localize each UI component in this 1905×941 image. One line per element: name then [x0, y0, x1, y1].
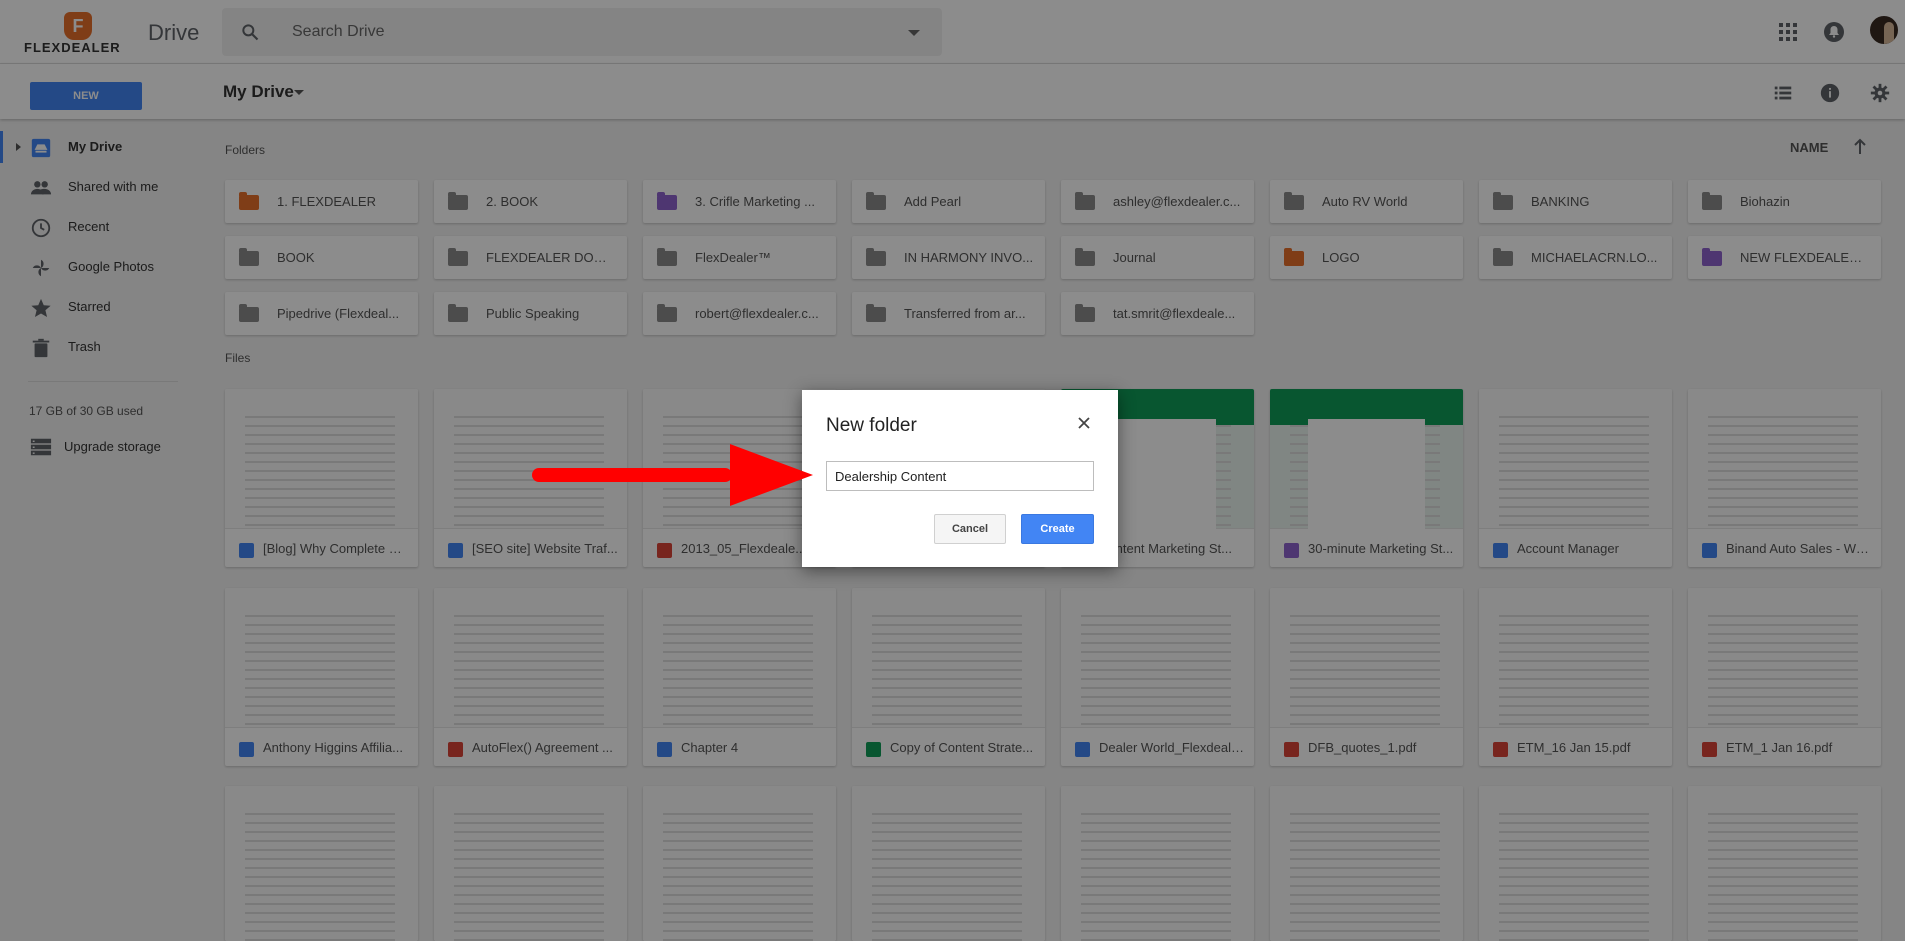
red-annotation-arrow [532, 444, 813, 506]
cancel-button[interactable]: Cancel [934, 514, 1006, 544]
close-icon[interactable] [1075, 414, 1093, 432]
create-button[interactable]: Create [1021, 514, 1094, 544]
folder-name-input[interactable] [826, 461, 1094, 491]
new-folder-dialog: New folder Cancel Create [802, 390, 1118, 567]
dialog-title: New folder [826, 415, 917, 436]
